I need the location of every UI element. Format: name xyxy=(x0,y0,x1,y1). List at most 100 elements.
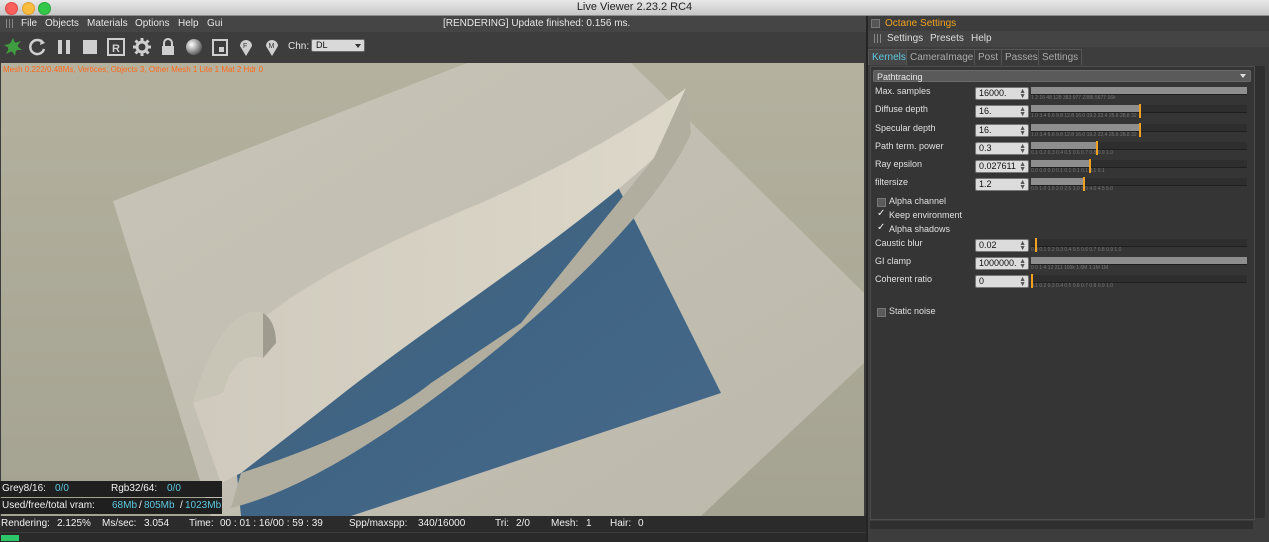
panel-toggle-icon[interactable] xyxy=(871,19,880,28)
menu-objects[interactable]: Objects xyxy=(45,18,79,29)
slider-handle[interactable] xyxy=(1095,141,1098,155)
param-label: Coherent ratio xyxy=(875,274,933,284)
param-value-field[interactable]: 16000. ▲ ▼ xyxy=(975,87,1029,100)
settings-menu-presets[interactable]: Presets xyxy=(930,33,964,44)
focus-pick-icon[interactable]: F xyxy=(236,37,256,57)
settings-menu-help[interactable]: Help xyxy=(971,33,992,44)
drag-grip-icon[interactable] xyxy=(874,34,883,43)
param-slider[interactable]: 0.0 0.0 0.0 0.1 0.1 0.1 0.1 0.1 0.1 xyxy=(1031,159,1247,173)
stepper-icon[interactable]: ▲ ▼ xyxy=(1019,258,1026,270)
slider-handle[interactable] xyxy=(1089,159,1092,173)
param-slider[interactable]: 1.0 3.4 6.6 9.8 12.8 16.0 19.2 22.4 25.6… xyxy=(1031,104,1247,118)
spp-label: Spp/maxspp: xyxy=(349,518,408,529)
param-value-field[interactable]: 0.3 ▲ ▼ xyxy=(975,142,1029,155)
static-noise-checkbox[interactable]: Static noise xyxy=(875,306,1075,319)
param-value-field[interactable]: 0.027611 ▲ ▼ xyxy=(975,160,1029,173)
param-value-field[interactable]: 1.2 ▲ ▼ xyxy=(975,178,1029,191)
slider-handle[interactable] xyxy=(1082,177,1085,191)
param-row: Path term. power 0.3 ▲ ▼ 0.1 0.2 0.3 0.4 0.5… xyxy=(871,140,1254,158)
channel-select-value: DL xyxy=(316,40,328,50)
stepper-icon[interactable]: ▲ ▼ xyxy=(1019,125,1026,137)
tab-cameraimager[interactable]: CameraImager xyxy=(906,49,981,65)
param-slider[interactable]: 0.0 0.1 0.2 0.3 0.4 0.5 0.6 0.7 0.8 0.9 … xyxy=(1031,238,1247,252)
settings-tabs: Kernels CameraImager Post Passes Setting… xyxy=(868,49,1269,65)
slider-handle[interactable] xyxy=(1139,104,1141,118)
grey-label: Grey8/16: xyxy=(2,483,46,494)
slider-tick-labels: 0.0 0.1 0.2 0.3 0.4 0.5 0.6 0.7 0.8 0.9 … xyxy=(1031,247,1122,252)
tab-passes[interactable]: Passes xyxy=(1001,49,1042,65)
param-slider[interactable]: 0 0 1 4 12 211 100k 1.6M 1.1M 1M xyxy=(1031,257,1247,270)
lock-icon[interactable] xyxy=(158,37,178,57)
region-render-icon[interactable]: R xyxy=(106,37,126,57)
octane-settings-panel: Octane Settings Settings Presets Help Ke… xyxy=(868,16,1269,542)
stepper-icon[interactable]: ▲ ▼ xyxy=(1019,143,1026,155)
slider-track xyxy=(1031,275,1247,282)
slider-handle[interactable] xyxy=(1035,238,1038,252)
param-label: Diffuse depth xyxy=(875,104,928,114)
stepper-icon[interactable]: ▲ ▼ xyxy=(1019,179,1026,191)
stepper-icon[interactable]: ▲ ▼ xyxy=(1019,276,1026,288)
option-checkbox[interactable]: ✓ Alpha shadows xyxy=(875,222,1075,237)
svg-text:M: M xyxy=(269,43,275,50)
tab-settings[interactable]: Settings xyxy=(1038,49,1083,65)
render-progress-fill xyxy=(1,535,20,541)
option-checkbox[interactable]: Alpha channel xyxy=(875,196,1075,209)
settings-gear-icon[interactable] xyxy=(132,37,152,57)
param-slider[interactable]: 0.1 0.2 0.3 0.4 0.5 0.6 0.7 0.8 0.9 1.0 xyxy=(1031,274,1247,288)
pause-icon[interactable] xyxy=(54,37,74,57)
param-row: GI clamp 1000000. ▲ ▼ 0 0 1 4 12 211 100k 1.… xyxy=(871,255,1254,273)
vram-free: 805Mb xyxy=(144,500,175,511)
stepper-icon[interactable]: ▲ ▼ xyxy=(1019,88,1026,100)
settings-horizontal-scrollbar[interactable] xyxy=(870,521,1253,529)
param-slider[interactable]: 1.0 3.4 6.6 9.8 12.8 16.0 19.2 22.4 25.6… xyxy=(1031,123,1247,137)
render-viewport[interactable]: Mesh 0.222/0.48Ms, Vertices, Objects 3, … xyxy=(1,63,864,516)
settings-scrollbar[interactable] xyxy=(1255,66,1265,518)
param-value-field[interactable]: 0 ▲ ▼ xyxy=(975,275,1029,288)
menu-gui[interactable]: Gui xyxy=(207,18,223,29)
kernel-type-select[interactable]: Pathtracing xyxy=(873,70,1251,82)
slider-fill xyxy=(1031,160,1090,167)
param-row: Caustic blur 0.02 ▲ ▼ 0.0 0.1 0.2 0.3 0.4 0.… xyxy=(871,237,1254,255)
param-value-field[interactable]: 16. ▲ ▼ xyxy=(975,124,1029,137)
slider-handle[interactable] xyxy=(1139,123,1141,137)
tab-post[interactable]: Post xyxy=(974,49,1003,65)
kernel-type-value: Pathtracing xyxy=(877,72,923,82)
window-titlebar: Live Viewer 2.23.2 RC4 xyxy=(0,0,1269,16)
param-slider[interactable]: 1 2 16 48 128 383 977 2386 5677 16k xyxy=(1031,87,1247,100)
param-slider[interactable]: 0.5 1.0 1.5 2.0 2.5 3.0 3.5 4.0 4.5 5.0 xyxy=(1031,177,1247,191)
param-value-field[interactable]: 1000000. ▲ ▼ xyxy=(975,257,1029,270)
param-slider[interactable]: 0.1 0.2 0.3 0.4 0.5 0.6 0.7 0.8 0.9 1.0 xyxy=(1031,141,1247,155)
stepper-icon[interactable]: ▲ ▼ xyxy=(1019,240,1026,252)
menu-options[interactable]: Options xyxy=(135,18,169,29)
refresh-icon[interactable] xyxy=(28,37,48,57)
material-pick-icon[interactable]: M xyxy=(262,37,282,57)
param-label: Path term. power xyxy=(875,141,944,151)
stop-icon[interactable] xyxy=(80,37,100,57)
vram-used: 68Mb xyxy=(112,500,138,511)
settings-menu-settings[interactable]: Settings xyxy=(887,33,923,44)
menu-materials[interactable]: Materials xyxy=(87,18,128,29)
stepper-icon[interactable]: ▲ ▼ xyxy=(1019,106,1026,118)
clay-mode-icon[interactable] xyxy=(210,37,230,57)
vram-label: Used/free/total vram: xyxy=(2,500,95,511)
channel-select[interactable]: DL xyxy=(311,39,365,52)
param-label: filtersize xyxy=(875,177,909,187)
checkbox-box xyxy=(877,198,886,207)
stepper-icon[interactable]: ▲ ▼ xyxy=(1019,161,1026,173)
option-checkbox[interactable]: ✓ Keep environment xyxy=(875,208,1075,223)
chevron-down-icon xyxy=(355,44,361,48)
slider-handle[interactable] xyxy=(1031,274,1033,288)
tab-kernels[interactable]: Kernels xyxy=(868,49,910,65)
material-sphere-icon[interactable] xyxy=(184,37,204,57)
octane-logo-icon[interactable] xyxy=(3,37,23,57)
menu-file[interactable]: File xyxy=(21,18,37,29)
hair-value: 0 xyxy=(638,518,644,529)
render-status-footer: Rendering: 2.125% Ms/sec: 3.054 Time: 00… xyxy=(0,516,866,532)
param-value-field[interactable]: 0.02 ▲ ▼ xyxy=(975,239,1029,252)
drag-grip-icon[interactable] xyxy=(6,19,15,28)
slider-track xyxy=(1031,239,1247,246)
spp-value: 340/16000 xyxy=(418,518,466,529)
menu-help[interactable]: Help xyxy=(178,18,199,29)
render-progress-bar xyxy=(0,533,866,542)
param-value-field[interactable]: 16. ▲ ▼ xyxy=(975,105,1029,118)
